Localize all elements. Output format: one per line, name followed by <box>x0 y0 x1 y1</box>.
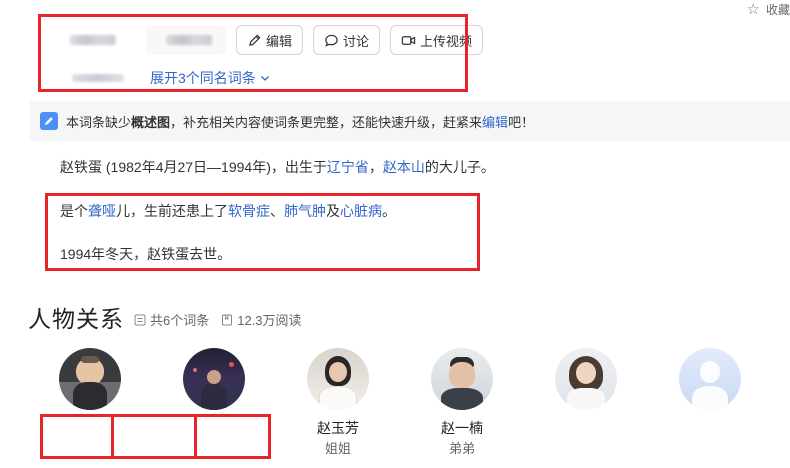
relations-meta: 共6个词条 12.3万阅读 <box>134 310 302 329</box>
avatar <box>59 348 121 410</box>
hidden-name <box>554 420 618 450</box>
collect-label: 收藏 <box>765 2 790 17</box>
link-heart-disease[interactable]: 心脏病 <box>340 203 382 219</box>
hidden-name <box>58 420 122 450</box>
chat-bubble-icon <box>325 34 338 47</box>
avatar <box>183 348 245 410</box>
link-liaoning[interactable]: 辽宁省 <box>327 159 369 175</box>
relation-card[interactable] <box>670 348 750 450</box>
pencil-icon <box>249 34 261 46</box>
link-emphysema[interactable]: 肺气肿 <box>284 203 326 219</box>
edit-label: 编辑 <box>266 33 293 49</box>
intro-paragraph-1: 赵铁蛋 (1982年4月27日—1994年)，出生于辽宁省，赵本山的大儿子。 <box>60 159 495 175</box>
person-relation: 弟弟 <box>448 441 475 456</box>
star-icon: ☆ <box>746 0 760 18</box>
link-deaf-mute[interactable]: 聋哑 <box>88 203 116 219</box>
relation-card-zhao-yufang[interactable]: 赵玉芳 姐姐 <box>298 348 378 456</box>
relation-card-zhao-yinan[interactable]: 赵一楠 弟弟 <box>422 348 502 456</box>
person-name: 赵玉芳 <box>317 420 359 436</box>
link-zhao-benshan[interactable]: 赵本山 <box>383 159 425 175</box>
missing-image-notice: 本词条缺少概述图，补充相关内容使词条更完整，还能快速升级，赶紧来编辑吧！ <box>30 101 790 141</box>
expand-label: 展开3个同名词条 <box>150 70 256 86</box>
book-icon <box>222 314 233 325</box>
relation-card[interactable] <box>50 348 130 450</box>
relation-card[interactable] <box>174 348 254 450</box>
person-relation: 姐姐 <box>324 441 351 456</box>
view-count: 12.3万阅读 <box>221 310 302 329</box>
list-icon <box>134 314 146 325</box>
hidden-name <box>182 420 246 450</box>
expand-homonyms-link[interactable]: 展开3个同名词条 <box>150 68 270 88</box>
blurred-tab[interactable] <box>146 25 226 55</box>
avatar <box>431 348 493 410</box>
intro-paragraph-2: 是个聋哑儿，生前还患上了软骨症、肺气肿及心脏病。 <box>60 203 396 219</box>
link-chondrosis[interactable]: 软骨症 <box>228 203 270 219</box>
discuss-button[interactable]: 讨论 <box>313 25 381 55</box>
homonym-row: 展开3个同名词条 <box>60 64 270 92</box>
hidden-name <box>678 420 742 450</box>
blurred-homonym-item[interactable] <box>60 67 130 89</box>
video-camera-icon <box>401 35 416 45</box>
avatar <box>555 348 617 410</box>
default-avatar-icon <box>679 348 741 410</box>
title-action-row: 编辑 讨论 上传视频 <box>40 22 484 58</box>
notice-text: 本词条缺少概述图，补充相关内容使词条更完整，还能快速升级，赶紧来编辑吧！ <box>66 114 535 130</box>
collect-button[interactable]: ☆ 收藏 <box>747 0 790 18</box>
notice-edit-link[interactable]: 编辑 <box>482 115 508 130</box>
chevron-down-icon <box>260 76 269 81</box>
person-name: 赵一楠 <box>441 420 483 436</box>
discuss-label: 讨论 <box>343 33 370 49</box>
relation-card[interactable] <box>546 348 626 450</box>
relations-title: 人物关系 <box>28 306 124 332</box>
edit-notice-icon <box>40 112 58 130</box>
upload-video-button[interactable]: 上传视频 <box>390 25 484 55</box>
entry-count: 共6个词条 <box>134 310 209 329</box>
avatar <box>307 348 369 410</box>
blurred-title <box>40 25 136 55</box>
upload-video-label: 上传视频 <box>420 33 473 49</box>
edit-button[interactable]: 编辑 <box>236 25 304 55</box>
intro-paragraph-3: 1994年冬天，赵铁蛋去世。 <box>60 246 232 262</box>
